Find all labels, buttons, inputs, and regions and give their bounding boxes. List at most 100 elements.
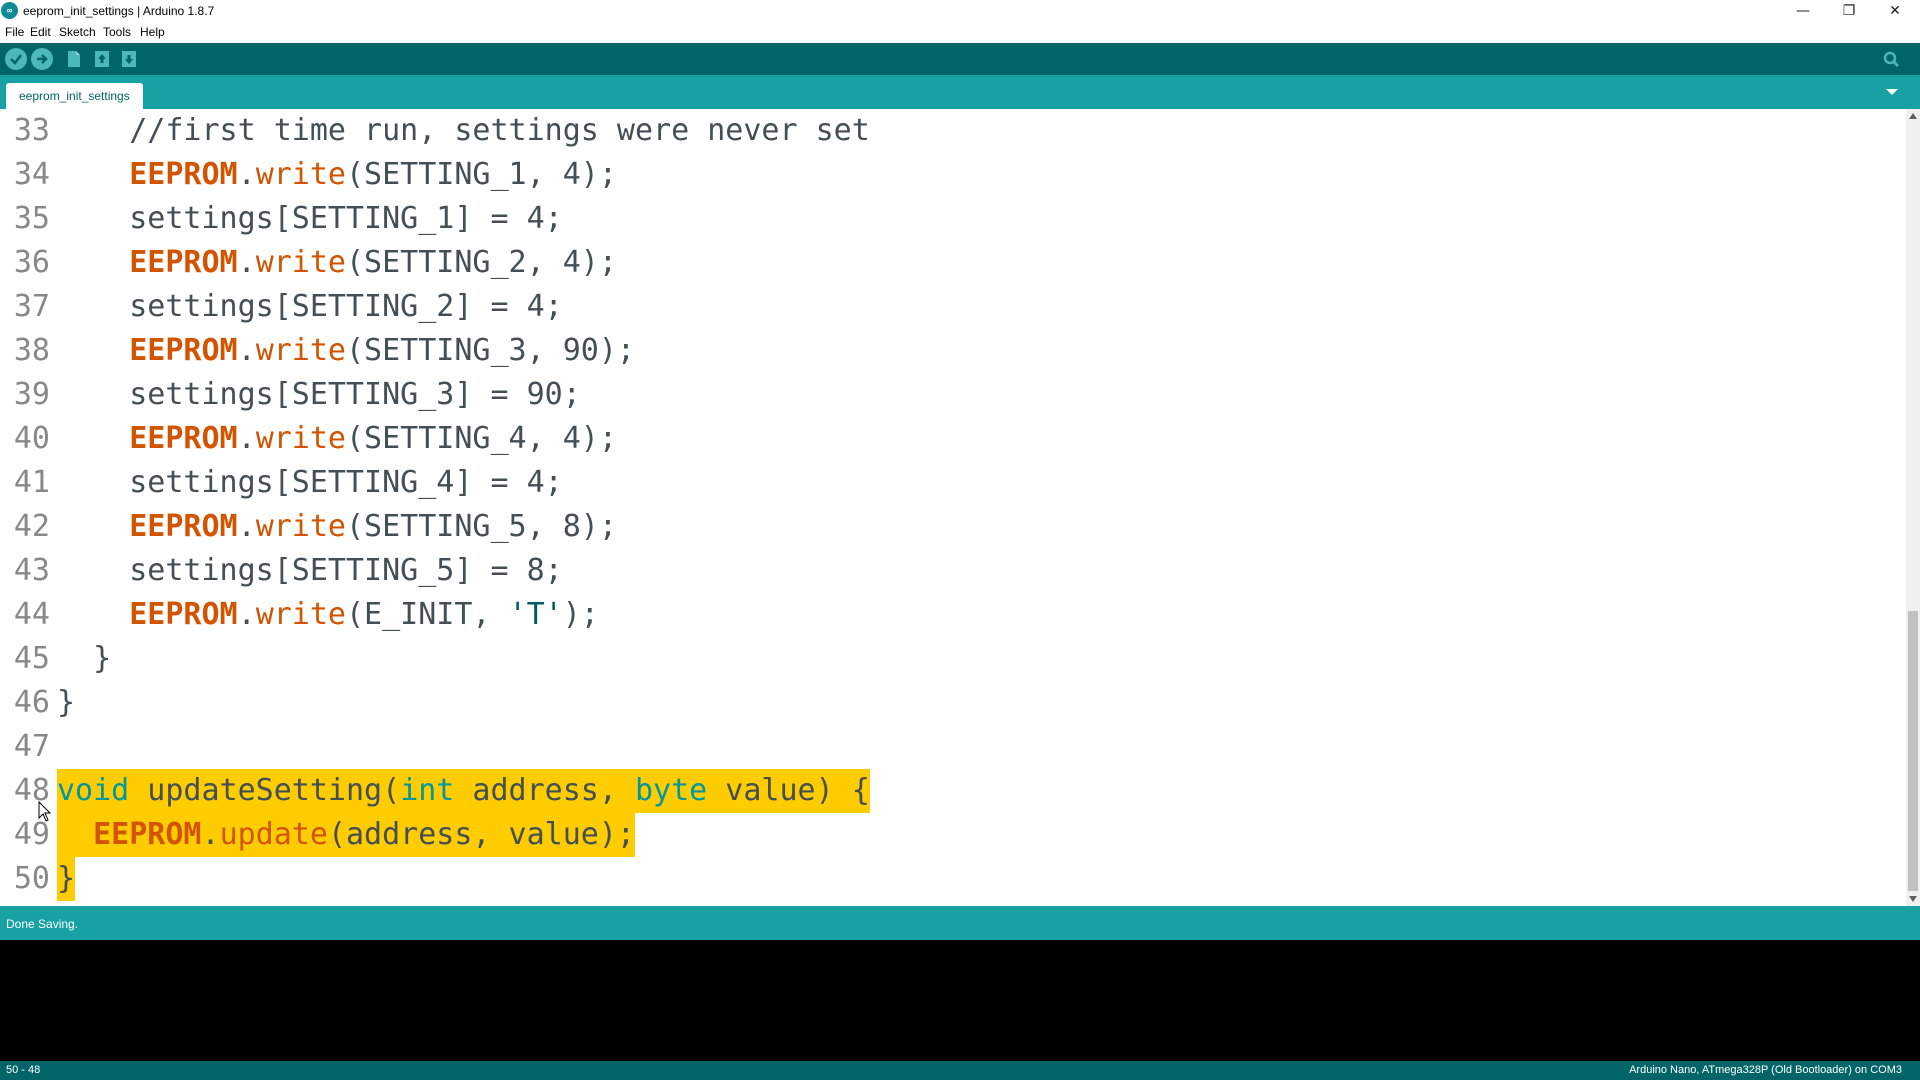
- tab-eeprom-init-settings[interactable]: eeprom_init_settings: [6, 83, 143, 109]
- code-text[interactable]: }: [57, 681, 75, 725]
- code-token: .: [237, 333, 256, 368]
- code-line[interactable]: 34 EEPROM.write(SETTING_1, 4);: [0, 153, 1906, 197]
- tab-menu-button[interactable]: [1880, 81, 1904, 103]
- serial-monitor-button[interactable]: [1880, 48, 1902, 70]
- code-editor[interactable]: 33 //first time run, settings were never…: [0, 109, 1906, 906]
- code-token: settings[SETTING_5] = 8;: [57, 553, 563, 588]
- code-token: (SETTING_3, 90);: [346, 333, 635, 368]
- code-token: EEPROM: [129, 245, 238, 280]
- minimize-button[interactable]: —: [1780, 0, 1826, 22]
- code-text[interactable]: settings[SETTING_3] = 90;: [57, 373, 581, 417]
- code-token: EEPROM: [129, 597, 238, 632]
- code-token: EEPROM: [129, 509, 238, 544]
- line-number: 41: [13, 465, 50, 500]
- code-line[interactable]: 37 settings[SETTING_2] = 4;: [0, 285, 1906, 329]
- menu-tools[interactable]: Tools: [103, 25, 131, 39]
- arduino-logo-icon: ∞: [1, 2, 18, 19]
- code-text[interactable]: EEPROM.write(SETTING_3, 90);: [57, 329, 635, 373]
- code-text[interactable]: settings[SETTING_1] = 4;: [57, 197, 563, 241]
- code-text[interactable]: settings[SETTING_5] = 8;: [57, 549, 563, 593]
- code-line[interactable]: 45 }: [0, 637, 1906, 681]
- scroll-up-icon[interactable]: [1909, 113, 1917, 119]
- close-button[interactable]: ✕: [1872, 0, 1918, 22]
- code-line[interactable]: 44 EEPROM.write(E_INIT, 'T');: [0, 593, 1906, 637]
- code-token: write: [255, 421, 346, 456]
- code-text[interactable]: EEPROM.write(SETTING_1, 4);: [57, 153, 617, 197]
- code-line[interactable]: 39 settings[SETTING_3] = 90;: [0, 373, 1906, 417]
- save-icon: [122, 51, 136, 67]
- code-token: //first time run, settings were never se…: [57, 113, 870, 148]
- code-token: settings[SETTING_1] = 4;: [57, 201, 563, 236]
- line-number: 35: [13, 201, 50, 236]
- line-number: 46: [13, 685, 50, 720]
- code-text[interactable]: EEPROM.update(address, value);: [57, 813, 635, 857]
- code-line[interactable]: 36 EEPROM.write(SETTING_2, 4);: [0, 241, 1906, 285]
- console-output[interactable]: [0, 940, 1920, 1061]
- code-token: .: [237, 597, 256, 632]
- code-line[interactable]: 43 settings[SETTING_5] = 8;: [0, 549, 1906, 593]
- line-number: 45: [13, 641, 50, 676]
- code-line[interactable]: 38 EEPROM.write(SETTING_3, 90);: [0, 329, 1906, 373]
- code-token: .: [237, 421, 256, 456]
- scroll-thumb[interactable]: [1908, 611, 1918, 891]
- menu-sketch[interactable]: Sketch: [59, 25, 96, 39]
- code-text[interactable]: }: [57, 857, 76, 901]
- editor-scrollbar[interactable]: [1906, 109, 1920, 906]
- code-token: .: [237, 245, 256, 280]
- code-token: settings[SETTING_2] = 4;: [57, 289, 563, 324]
- code-text[interactable]: }: [57, 637, 111, 681]
- code-line[interactable]: 48 void updateSetting(int address, byte v…: [0, 769, 1906, 813]
- code-line[interactable]: 33 //first time run, settings were never…: [0, 109, 1906, 153]
- code-token: (E_INIT,: [346, 597, 509, 632]
- code-token: write: [255, 157, 346, 192]
- code-line[interactable]: 41 settings[SETTING_4] = 4;: [0, 461, 1906, 505]
- restore-button[interactable]: ❐: [1826, 0, 1872, 22]
- code-line[interactable]: 35 settings[SETTING_1] = 4;: [0, 197, 1906, 241]
- code-text[interactable]: //first time run, settings were never se…: [57, 109, 870, 153]
- upload-button[interactable]: [31, 48, 53, 70]
- new-icon: [68, 51, 80, 67]
- code-token: int: [400, 773, 455, 808]
- new-button[interactable]: [63, 48, 85, 70]
- code-text[interactable]: EEPROM.write(SETTING_5, 8);: [57, 505, 617, 549]
- code-line[interactable]: 49 EEPROM.update(address, value);: [0, 813, 1906, 857]
- chevron-down-icon: [1886, 89, 1898, 95]
- verify-button[interactable]: [5, 48, 27, 70]
- code-token: .: [237, 157, 256, 192]
- code-text[interactable]: EEPROM.write(E_INIT, 'T');: [57, 593, 599, 637]
- code-text[interactable]: void updateSetting(int address, byte val…: [57, 769, 870, 813]
- code-line[interactable]: 40 EEPROM.write(SETTING_4, 4);: [0, 417, 1906, 461]
- save-button[interactable]: [118, 48, 140, 70]
- code-text[interactable]: EEPROM.write(SETTING_4, 4);: [57, 417, 617, 461]
- cursor-position: 50 - 48: [6, 1064, 41, 1076]
- open-button[interactable]: [91, 48, 113, 70]
- code-line[interactable]: 46}: [0, 681, 1906, 725]
- menu-file[interactable]: File: [5, 25, 24, 39]
- code-line[interactable]: 42 EEPROM.write(SETTING_5, 8);: [0, 505, 1906, 549]
- code-text[interactable]: settings[SETTING_2] = 4;: [57, 285, 563, 329]
- code-token: EEPROM: [93, 817, 202, 852]
- code-token: write: [255, 333, 346, 368]
- code-token: value) {: [707, 773, 870, 808]
- line-number: 47: [13, 729, 50, 764]
- code-token: (SETTING_1, 4);: [346, 157, 617, 192]
- code-token: (SETTING_4, 4);: [346, 421, 617, 456]
- code-text[interactable]: settings[SETTING_4] = 4;: [57, 461, 563, 505]
- upload-icon: [37, 54, 48, 64]
- code-line[interactable]: 50}: [0, 857, 1906, 901]
- code-line[interactable]: 47: [0, 725, 1906, 769]
- menu-edit[interactable]: Edit: [30, 25, 51, 39]
- code-token: byte: [635, 773, 708, 808]
- menu-bar: File Edit Sketch Tools Help: [0, 24, 1920, 43]
- code-token: (SETTING_5, 8);: [346, 509, 617, 544]
- code-token: settings[SETTING_4] = 4;: [57, 465, 563, 500]
- code-token: 'T': [508, 597, 563, 632]
- scroll-down-icon[interactable]: [1909, 896, 1917, 902]
- code-text[interactable]: EEPROM.write(SETTING_2, 4);: [57, 241, 617, 285]
- status-bar: Done Saving.: [0, 906, 1920, 940]
- menu-help[interactable]: Help: [140, 25, 165, 39]
- code-token: );: [562, 597, 599, 632]
